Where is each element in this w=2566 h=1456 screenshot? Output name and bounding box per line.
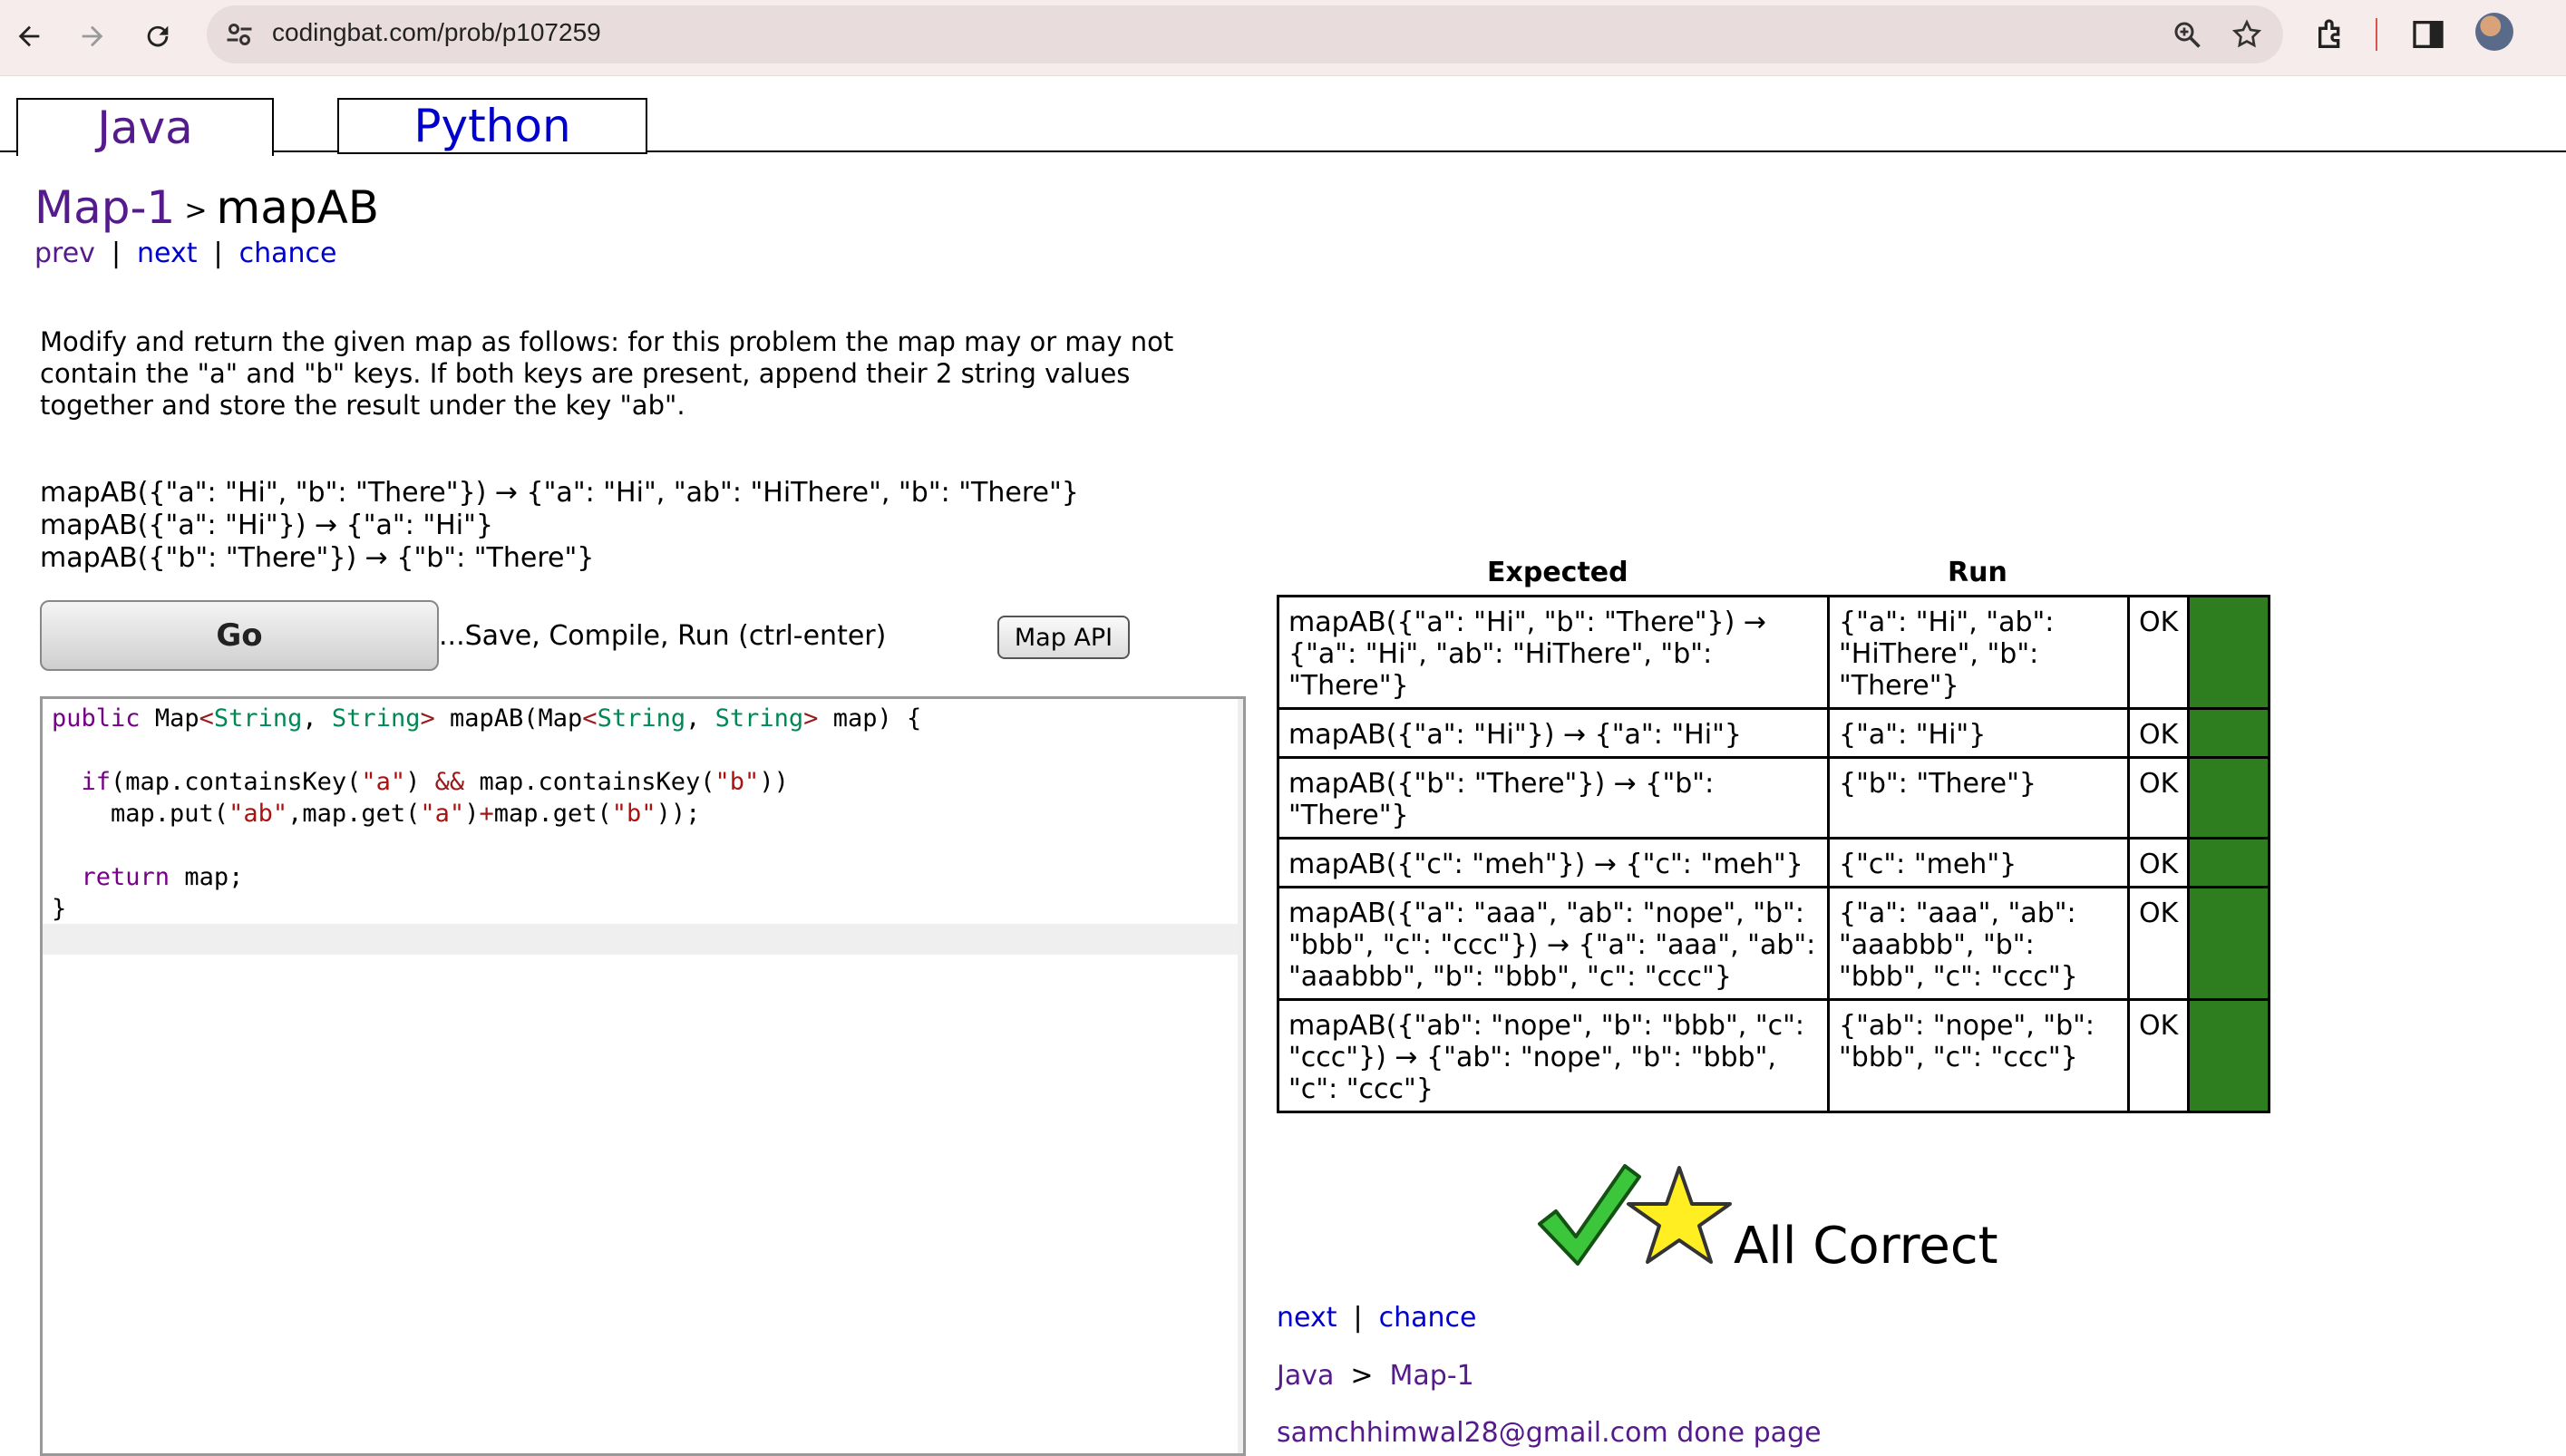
bottom-map1-link[interactable]: Map-1 xyxy=(1390,1360,1474,1392)
profile-avatar[interactable] xyxy=(2475,13,2513,51)
run-header: Run xyxy=(1948,557,2007,588)
example-line: mapAB({"a": "Hi"}) → {"a": "Hi"} xyxy=(40,510,493,541)
tab-java[interactable]: Java xyxy=(16,98,274,156)
editor-scrollbar[interactable] xyxy=(1238,699,1243,1453)
run-cell: {"a": "aaa", "ab": "aaabbb", "b": "bbb",… xyxy=(1827,886,2130,1001)
nav-separator: | xyxy=(111,238,121,269)
go-hint: ...Save, Compile, Run (ctrl-enter) xyxy=(439,620,887,652)
pass-indicator xyxy=(2187,837,2271,888)
code-editor[interactable]: public Map<String, String> mapAB(Map<Str… xyxy=(40,696,1246,1456)
page-title: mapAB xyxy=(216,181,380,234)
editor-active-line xyxy=(43,924,1243,955)
prev-link[interactable]: prev xyxy=(34,238,95,269)
pass-indicator xyxy=(2187,886,2271,1001)
nav-separator: | xyxy=(1353,1302,1363,1334)
zoom-icon[interactable] xyxy=(2171,18,2203,51)
user-email-link[interactable]: samchhimwal28@gmail.com xyxy=(1277,1417,1668,1449)
expected-cell: mapAB({"a": "aaa", "ab": "nope", "b": "b… xyxy=(1277,886,1830,1001)
url-text[interactable]: codingbat.com/prob/p107259 xyxy=(272,18,601,47)
bottom-nav: next | chance xyxy=(1277,1302,1476,1334)
examples-list: mapAB({"a": "Hi", "b": "There"}) → {"a":… xyxy=(40,477,1079,575)
back-icon[interactable] xyxy=(4,11,54,62)
next-link[interactable]: next xyxy=(137,238,197,269)
problem-description: Modify and return the given map as follo… xyxy=(40,326,1174,421)
run-cell: {"c": "meh"} xyxy=(1827,837,2130,888)
table-row: mapAB({"a": "aaa", "ab": "nope", "b": "b… xyxy=(1277,886,2271,1001)
breadcrumb: Map-1 > mapAB xyxy=(34,181,379,234)
expected-cell: mapAB({"ab": "nope", "b": "bbb", "c": "c… xyxy=(1277,998,1830,1113)
bottom-chance-link[interactable]: chance xyxy=(1379,1302,1477,1334)
expected-cell: mapAB({"a": "Hi"}) → {"a": "Hi"} xyxy=(1277,707,1830,759)
status-cell: OK xyxy=(2126,998,2191,1113)
nav-separator: | xyxy=(213,238,223,269)
expected-cell: mapAB({"c": "meh"}) → {"c": "meh"} xyxy=(1277,837,1830,888)
chance-link[interactable]: chance xyxy=(239,238,337,269)
address-bar[interactable]: codingbat.com/prob/p107259 xyxy=(207,5,2283,63)
expected-cell: mapAB({"a": "Hi", "b": "There"}) → {"a":… xyxy=(1277,595,1830,710)
expected-header: Expected xyxy=(1487,557,1628,588)
bottom-next-link[interactable]: next xyxy=(1277,1302,1336,1334)
table-row: mapAB({"a": "Hi", "b": "There"}) → {"a":… xyxy=(1277,595,2271,710)
run-cell: {"ab": "nope", "b": "bbb", "c": "ccc"} xyxy=(1827,998,2130,1113)
breadcrumb-section-link[interactable]: Map-1 xyxy=(34,181,175,234)
run-cell: {"b": "There"} xyxy=(1827,756,2130,840)
table-row: mapAB({"c": "meh"}) → {"c": "meh"} {"c":… xyxy=(1277,837,2271,888)
problem-nav: prev | next | chance xyxy=(34,238,336,269)
pass-indicator xyxy=(2187,998,2271,1113)
pass-indicator xyxy=(2187,707,2271,759)
code-text[interactable]: public Map<String, String> mapAB(Map<Str… xyxy=(52,703,921,925)
bookmark-star-icon[interactable] xyxy=(2231,18,2263,51)
all-correct-text: All Correct xyxy=(1734,1217,1998,1276)
verdict-icons xyxy=(1538,1164,1732,1266)
tab-python[interactable]: Python xyxy=(337,98,647,154)
table-row: mapAB({"b": "There"}) → {"b": "There"} {… xyxy=(1277,756,2271,840)
reload-icon[interactable] xyxy=(132,11,183,62)
star-icon xyxy=(1627,1166,1732,1264)
run-cell: {"a": "Hi", "ab": "HiThere", "b": "There… xyxy=(1827,595,2130,710)
bottom-breadcrumb: Java > Map-1 xyxy=(1277,1360,1474,1392)
side-panel-icon[interactable] xyxy=(2410,16,2446,53)
table-row: mapAB({"a": "Hi"}) → {"a": "Hi"} {"a": "… xyxy=(1277,707,2271,759)
browser-toolbar: codingbat.com/prob/p107259 xyxy=(0,0,2566,76)
checkmark-icon xyxy=(1538,1164,1641,1266)
go-button[interactable]: Go xyxy=(40,600,439,671)
status-cell: OK xyxy=(2126,707,2191,759)
expected-cell: mapAB({"b": "There"}) → {"b": "There"} xyxy=(1277,756,1830,840)
toolbar-divider xyxy=(2376,18,2377,51)
run-cell: {"a": "Hi"} xyxy=(1827,707,2130,759)
pass-indicator xyxy=(2187,756,2271,840)
user-line: samchhimwal28@gmail.com done page xyxy=(1277,1417,1822,1449)
results-table: mapAB({"a": "Hi", "b": "There"}) → {"a":… xyxy=(1277,595,2271,1113)
breadcrumb-separator: > xyxy=(1350,1360,1374,1392)
example-line: mapAB({"b": "There"}) → {"b": "There"} xyxy=(40,542,595,574)
map-api-button[interactable]: Map API xyxy=(997,616,1130,659)
table-row: mapAB({"ab": "nope", "b": "bbb", "c": "c… xyxy=(1277,998,2271,1113)
extensions-icon[interactable] xyxy=(2314,16,2350,53)
status-cell: OK xyxy=(2126,756,2191,840)
done-page-link[interactable]: done page xyxy=(1677,1417,1821,1449)
forward-icon[interactable] xyxy=(67,11,118,62)
status-cell: OK xyxy=(2126,595,2191,710)
site-info-icon[interactable] xyxy=(223,18,256,51)
bottom-java-link[interactable]: Java xyxy=(1277,1360,1334,1392)
status-cell: OK xyxy=(2126,886,2191,1001)
pass-indicator xyxy=(2187,595,2271,710)
status-cell: OK xyxy=(2126,837,2191,888)
breadcrumb-separator: > xyxy=(184,195,208,227)
example-line: mapAB({"a": "Hi", "b": "There"}) → {"a":… xyxy=(40,477,1079,509)
